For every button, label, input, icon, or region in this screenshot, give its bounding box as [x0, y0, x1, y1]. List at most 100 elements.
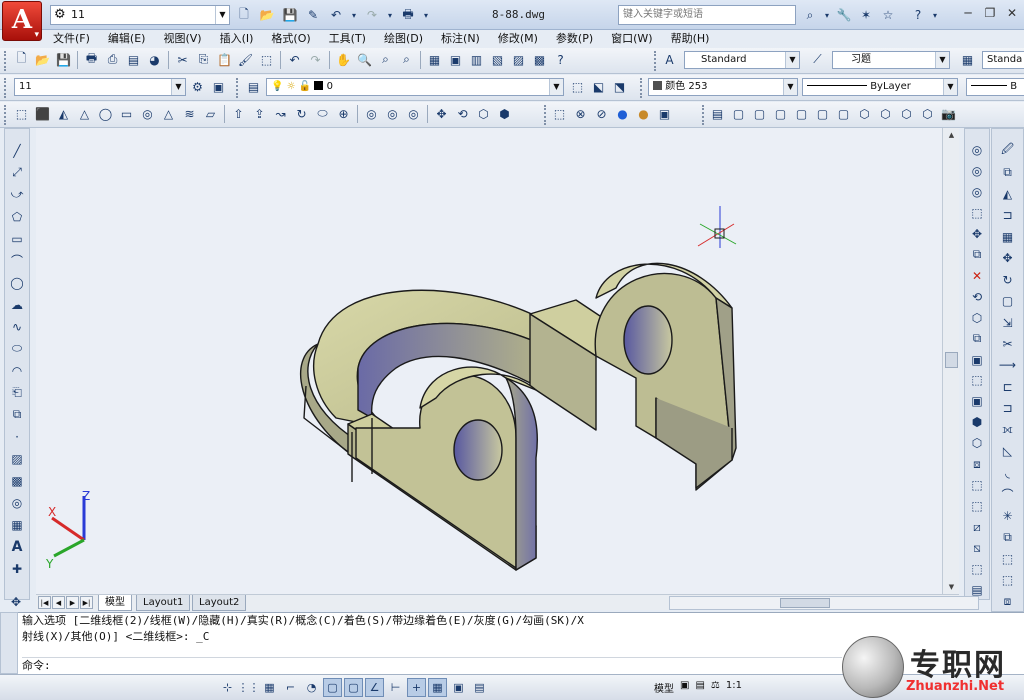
table-icon[interactable]: ▦ — [7, 515, 27, 534]
imprint-icon[interactable]: ⬢ — [967, 413, 987, 431]
text-style-select[interactable]: Standard ▼ — [684, 51, 800, 69]
prev-tab-icon[interactable]: ◀ — [52, 596, 65, 609]
realistic-icon[interactable]: ● — [613, 104, 632, 123]
menu-window[interactable]: 窗口(W) — [602, 30, 661, 48]
ducs-icon[interactable]: ⊢ — [386, 678, 405, 697]
gear-icon[interactable]: ⚙ — [188, 77, 207, 96]
undo-icon[interactable]: ↶ — [326, 5, 346, 25]
bottom-view-icon[interactable]: ▢ — [750, 104, 769, 123]
top-view-icon[interactable]: ▢ — [729, 104, 748, 123]
menu-parametric[interactable]: 参数(P) — [547, 30, 602, 48]
quick-properties-icon[interactable]: ▤ — [470, 678, 489, 697]
help-icon[interactable]: ? — [908, 5, 928, 25]
blend-icon[interactable]: ⌒ — [998, 485, 1018, 503]
saveas-icon[interactable]: ✎ — [303, 5, 323, 25]
color-faces-icon[interactable]: ▣ — [967, 351, 987, 369]
visual-styles-manager-icon[interactable]: ▣ — [655, 104, 674, 123]
copy-icon[interactable]: ⧉ — [998, 163, 1018, 181]
ne-iso-icon[interactable]: ⬡ — [897, 104, 916, 123]
annotation-scale[interactable]: 1:1 — [726, 680, 742, 695]
move-icon[interactable]: ✥ — [998, 249, 1018, 267]
ungroup-icon[interactable]: ⬚ — [998, 571, 1018, 589]
plot-icon[interactable]: 🖶 — [398, 5, 418, 25]
quick-view-layouts-icon[interactable]: ▣ — [680, 680, 689, 695]
first-tab-icon[interactable]: |◀ — [38, 596, 51, 609]
cylinder-icon[interactable]: ▭ — [117, 104, 136, 123]
toolbar-grip[interactable] — [654, 51, 658, 71]
save-icon[interactable]: 💾 — [54, 50, 73, 69]
3d-wireframe-icon[interactable]: ⊗ — [571, 104, 590, 123]
vertical-scrollbar[interactable]: ▲ ▼ — [942, 128, 959, 594]
workspace-combo[interactable]: 11 ▼ — [14, 78, 186, 96]
subtract-icon[interactable]: ◎ — [383, 104, 402, 123]
section-icon[interactable]: ⬚ — [967, 560, 987, 578]
menu-file[interactable]: 文件(F) — [44, 30, 99, 48]
revolve-icon[interactable]: ↻ — [292, 104, 311, 123]
construction-line-icon[interactable]: ⤢ — [7, 163, 27, 182]
binoculars-icon[interactable]: ⌕ — [800, 5, 820, 25]
intersect-icon[interactable]: ◎ — [404, 104, 423, 123]
calculator-icon[interactable]: ▩ — [530, 50, 549, 69]
layer-state-icon[interactable]: ⬔ — [610, 77, 629, 96]
minimize-icon[interactable]: ─ — [958, 4, 978, 22]
2d-wireframe-icon[interactable]: ⬚ — [550, 104, 569, 123]
right-view-icon[interactable]: ▢ — [792, 104, 811, 123]
menu-view[interactable]: 视图(V) — [154, 30, 210, 48]
grid-icon[interactable]: ▦ — [260, 678, 279, 697]
extrude-faces-icon[interactable]: ⬚ — [967, 204, 987, 222]
hidden-icon[interactable]: ⊘ — [592, 104, 611, 123]
command-window-grip[interactable] — [0, 612, 18, 674]
loft-icon[interactable]: ⬭ — [313, 104, 332, 123]
layer-select[interactable]: 💡 ☼ 🔓 0 ▼ — [266, 78, 564, 96]
move-faces-icon[interactable]: ✥ — [967, 225, 987, 243]
add-selected-icon[interactable]: ✚ — [7, 559, 27, 578]
design-center-icon[interactable]: ▣ — [446, 50, 465, 69]
menu-format[interactable]: 格式(O) — [262, 30, 319, 48]
mirror-icon[interactable]: ◭ — [998, 184, 1018, 202]
toolbar-grip[interactable] — [4, 51, 8, 71]
properties-icon[interactable]: ▦ — [425, 50, 444, 69]
open-icon[interactable]: 📂 — [33, 50, 52, 69]
hatch-icon[interactable]: ▨ — [7, 449, 27, 468]
revision-cloud-icon[interactable]: ☁ — [7, 295, 27, 314]
box-icon[interactable]: ⬛ — [33, 104, 52, 123]
break-icon[interactable]: ⊐ — [998, 399, 1018, 417]
extend-icon[interactable]: ⟶ — [998, 356, 1018, 374]
3d-move-icon[interactable]: ✥ — [432, 104, 451, 123]
tab-layout2[interactable]: Layout2 — [192, 595, 247, 611]
scroll-down-icon[interactable]: ▼ — [943, 580, 960, 594]
ortho-icon[interactable]: ⌐ — [281, 678, 300, 697]
planar-surface-icon[interactable]: ▱ — [201, 104, 220, 123]
navigation-icon[interactable]: ✥ — [6, 592, 26, 612]
undo-icon[interactable]: ↶ — [285, 50, 304, 69]
nw-iso-icon[interactable]: ⬡ — [918, 104, 937, 123]
redo-icon[interactable]: ↷ — [362, 5, 382, 25]
clean-icon[interactable]: ⬡ — [967, 434, 987, 452]
tool-palettes-icon[interactable]: ▥ — [467, 50, 486, 69]
se-iso-icon[interactable]: ⬡ — [876, 104, 895, 123]
block-editor-icon[interactable]: ⬚ — [257, 50, 276, 69]
star-x-icon[interactable]: ✶ — [856, 5, 876, 25]
trim-icon[interactable]: ✂ — [998, 335, 1018, 353]
last-tab-icon[interactable]: ▶| — [80, 596, 93, 609]
paste-icon[interactable]: 📋 — [215, 50, 234, 69]
left-view-icon[interactable]: ▢ — [771, 104, 790, 123]
drawing-canvas[interactable]: Z X Y — [36, 128, 942, 594]
group-icon[interactable]: ⬚ — [998, 549, 1018, 567]
quick-view-drawings-icon[interactable]: ▤ — [695, 680, 704, 695]
spline-icon[interactable]: ∿ — [7, 317, 27, 336]
linetype-select[interactable]: ByLayer ▼ — [802, 78, 958, 96]
make-block-icon[interactable]: ⧉ — [7, 405, 27, 424]
horizontal-scrollbar[interactable] — [669, 596, 979, 610]
array-icon[interactable]: ▦ — [998, 227, 1018, 245]
rectangle-icon[interactable]: ▭ — [7, 229, 27, 248]
rotate-icon[interactable]: ↻ — [998, 270, 1018, 288]
polysolid-icon[interactable]: ⬚ — [12, 104, 31, 123]
polar-icon[interactable]: ◔ — [302, 678, 321, 697]
subtract-icon[interactable]: ◎ — [967, 162, 987, 180]
cone-icon[interactable]: △ — [75, 104, 94, 123]
markup-icon[interactable]: ▨ — [509, 50, 528, 69]
offset-icon[interactable]: ⊐ — [998, 206, 1018, 224]
snap-icon[interactable]: ⋮⋮ — [238, 678, 260, 697]
toolbar-grip[interactable] — [236, 78, 240, 98]
